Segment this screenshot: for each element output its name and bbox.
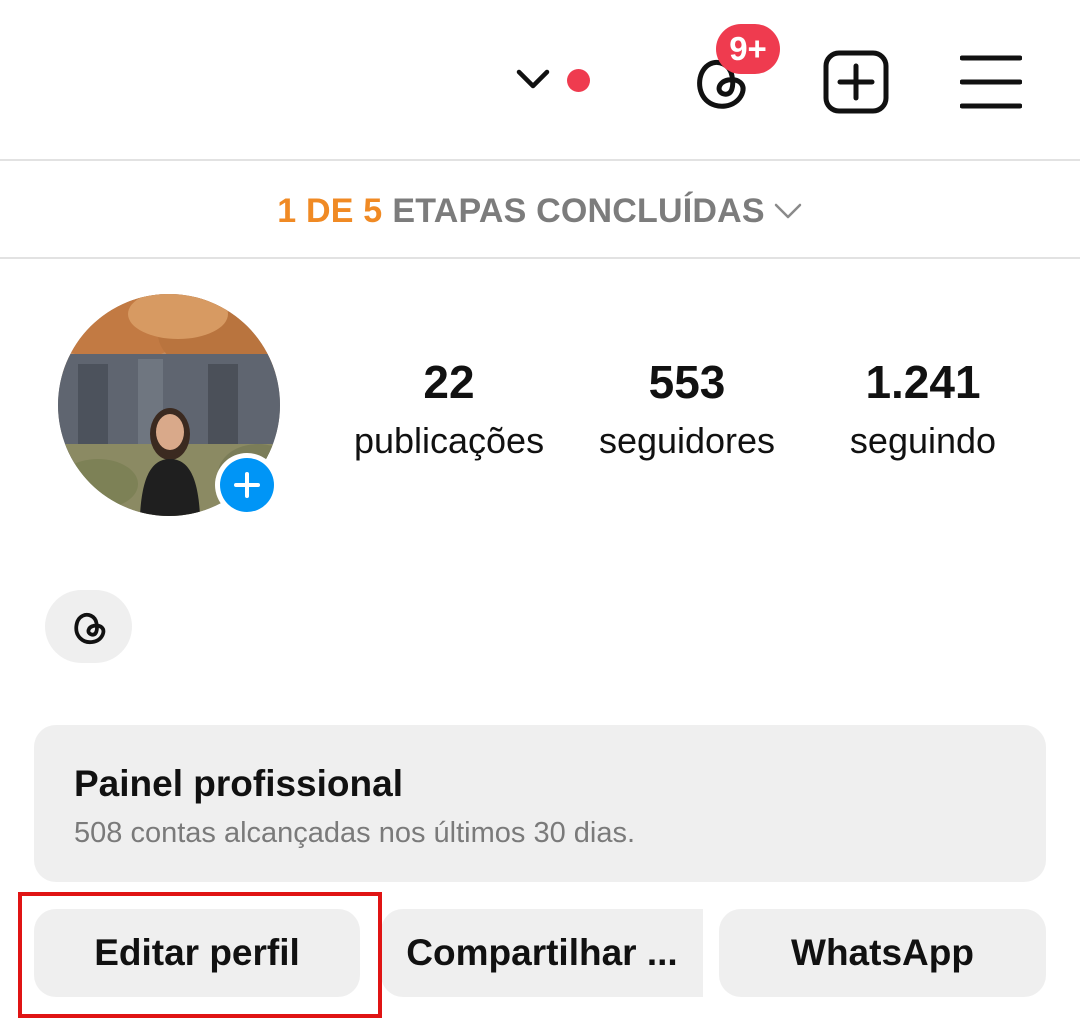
highlight-box xyxy=(18,892,382,1018)
steps-label: ETAPAS CONCLUÍDAS xyxy=(392,191,765,230)
whatsapp-button[interactable]: WhatsApp xyxy=(719,909,1046,997)
steps-done-count: 1 DE 5 xyxy=(277,191,383,230)
stat-posts-value: 22 xyxy=(423,356,475,408)
threads-notification-badge: 9+ xyxy=(716,24,780,74)
stat-following[interactable]: 1.241 seguindo xyxy=(803,352,1043,468)
stat-followers[interactable]: 553 seguidores xyxy=(567,352,807,468)
stat-posts-label: publicações xyxy=(353,420,545,461)
share-profile-button[interactable]: Compartilhar ... xyxy=(381,909,703,997)
chevron-down-icon xyxy=(774,203,802,219)
hamburger-menu-icon[interactable] xyxy=(960,53,1022,111)
threads-profile-link[interactable] xyxy=(45,590,132,663)
professional-dashboard[interactable]: Painel profissional 508 contas alcançada… xyxy=(34,725,1046,882)
threads-icon xyxy=(73,612,105,644)
plus-icon xyxy=(234,472,260,498)
account-switch-chevron-icon[interactable] xyxy=(514,66,552,94)
stat-following-label: seguindo xyxy=(849,420,997,461)
profile-setup-steps[interactable]: 1 DE 5 ETAPAS CONCLUÍDAS xyxy=(0,184,1080,238)
stat-followers-label: seguidores xyxy=(598,420,776,461)
stat-following-value: 1.241 xyxy=(865,356,981,408)
steps-divider xyxy=(0,257,1080,259)
stat-posts[interactable]: 22 publicações xyxy=(329,352,569,468)
new-post-plus-square-icon[interactable] xyxy=(823,50,889,114)
notification-dot xyxy=(567,69,590,92)
panel-title: Painel profissional xyxy=(74,763,403,804)
header-divider xyxy=(0,159,1080,161)
add-story-button[interactable] xyxy=(215,453,279,517)
stat-followers-value: 553 xyxy=(648,356,726,408)
panel-subtitle: 508 contas alcançadas nos últimos 30 dia… xyxy=(74,817,636,849)
